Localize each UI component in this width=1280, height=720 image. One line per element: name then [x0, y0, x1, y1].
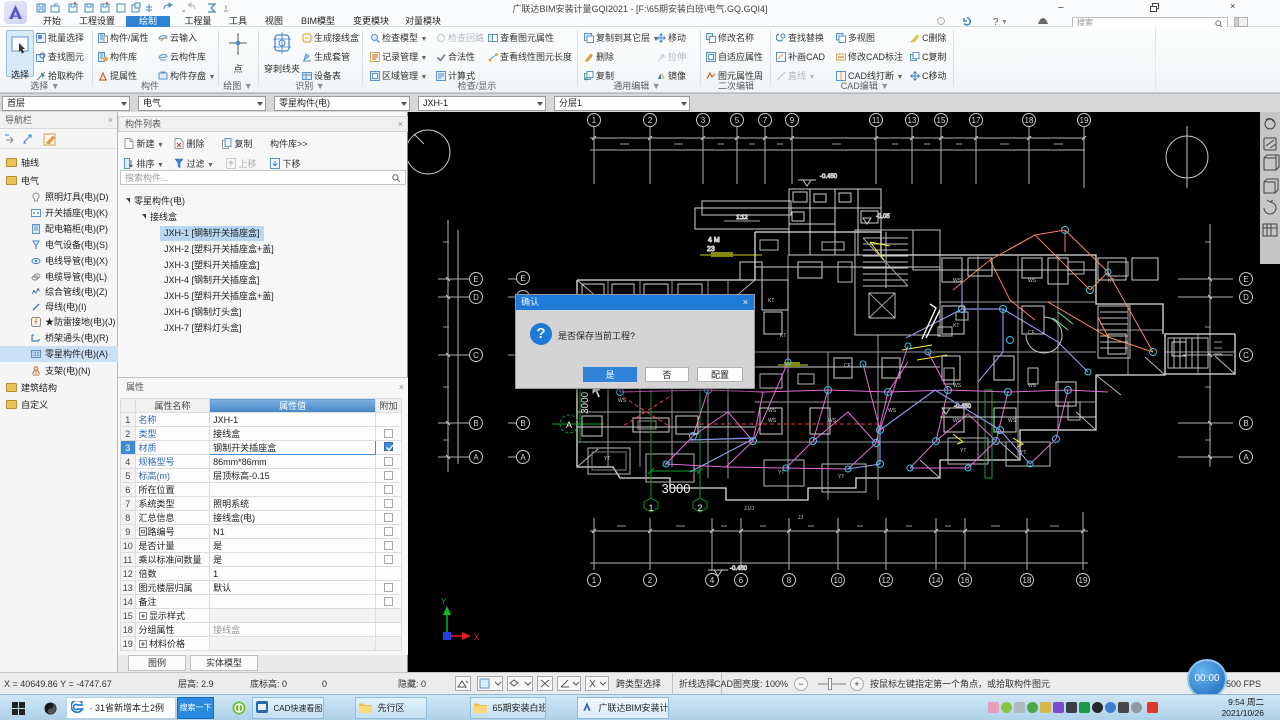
- svg-text:3: 3: [701, 116, 706, 125]
- svg-text:2: 2: [697, 503, 702, 513]
- svg-text:1:12: 1:12: [736, 215, 748, 221]
- svg-text:B: B: [473, 419, 478, 428]
- svg-text:18: 18: [1025, 116, 1034, 125]
- svg-text:8: 8: [787, 576, 792, 585]
- svg-text:WS: WS: [1028, 278, 1037, 284]
- svg-text:1: 1: [592, 576, 597, 585]
- svg-text:JJJJ: JJJJ: [744, 506, 755, 512]
- svg-text:KT: KT: [953, 323, 959, 329]
- svg-text:▼: ▼: [1001, 19, 1008, 26]
- svg-text:16: 16: [961, 576, 970, 585]
- svg-text:WS: WS: [768, 418, 777, 424]
- svg-text:WS: WS: [953, 278, 962, 284]
- svg-text:4 M: 4 M: [708, 237, 720, 244]
- svg-text:6: 6: [739, 576, 744, 585]
- svg-text:E: E: [520, 274, 525, 283]
- svg-text:WS: WS: [888, 408, 897, 414]
- svg-text:Y: Y: [441, 597, 447, 606]
- svg-text:18: 18: [1023, 576, 1032, 585]
- svg-text:2: 2: [648, 116, 653, 125]
- svg-text:10: 10: [834, 576, 843, 585]
- svg-text:X: X: [474, 633, 480, 642]
- svg-text:17: 17: [972, 116, 981, 125]
- svg-text:-0.05: -0.05: [876, 214, 890, 220]
- svg-text:4: 4: [710, 576, 715, 585]
- svg-text:WS: WS: [828, 418, 837, 424]
- svg-text:C: C: [1243, 351, 1249, 360]
- svg-text:JJ: JJ: [798, 515, 804, 521]
- svg-text:19: 19: [1079, 576, 1088, 585]
- svg-text:D: D: [1243, 293, 1249, 302]
- svg-text:A: A: [473, 453, 479, 462]
- svg-text:WS: WS: [953, 418, 962, 424]
- svg-text:2: 2: [648, 576, 653, 585]
- svg-text:9: 9: [790, 116, 795, 125]
- svg-text:14: 14: [932, 576, 941, 585]
- svg-text:B: B: [1243, 419, 1248, 428]
- svg-text:-0.450: -0.450: [730, 566, 748, 572]
- svg-text:YT: YT: [960, 448, 966, 454]
- svg-text:C: C: [473, 351, 479, 360]
- svg-text:5: 5: [735, 116, 740, 125]
- svg-text:KT: KT: [1108, 278, 1114, 284]
- svg-text:YT: YT: [838, 474, 844, 480]
- svg-text:WS: WS: [768, 408, 777, 414]
- svg-text:1: 1: [648, 503, 653, 513]
- svg-text:7: 7: [763, 116, 768, 125]
- svg-text:YT: YT: [604, 456, 610, 462]
- svg-text:23: 23: [707, 246, 715, 253]
- svg-text:13: 13: [908, 116, 917, 125]
- svg-text:E: E: [1243, 275, 1248, 284]
- svg-text:?: ?: [993, 17, 999, 27]
- svg-text:B: B: [520, 419, 525, 428]
- svg-text:E: E: [473, 275, 478, 284]
- svg-text:11: 11: [872, 116, 881, 125]
- svg-text:YT: YT: [778, 470, 784, 476]
- svg-text:12: 12: [882, 576, 891, 585]
- svg-text:D: D: [473, 293, 479, 302]
- svg-text:A: A: [566, 420, 572, 430]
- svg-text:CF: CF: [844, 363, 851, 369]
- svg-text:1: 1: [592, 116, 597, 125]
- svg-text:CF: CF: [1028, 330, 1035, 336]
- svg-text:KT: KT: [768, 298, 774, 304]
- svg-text:A: A: [1243, 453, 1249, 462]
- svg-text:WS: WS: [1028, 383, 1037, 389]
- svg-text:A: A: [520, 453, 526, 462]
- svg-text:WS: WS: [1008, 418, 1017, 424]
- svg-text:15: 15: [937, 116, 946, 125]
- svg-text:3000: 3000: [662, 481, 691, 496]
- svg-text:-0.450: -0.450: [820, 174, 838, 180]
- svg-text:19: 19: [1080, 116, 1089, 125]
- svg-text:WS: WS: [953, 383, 962, 389]
